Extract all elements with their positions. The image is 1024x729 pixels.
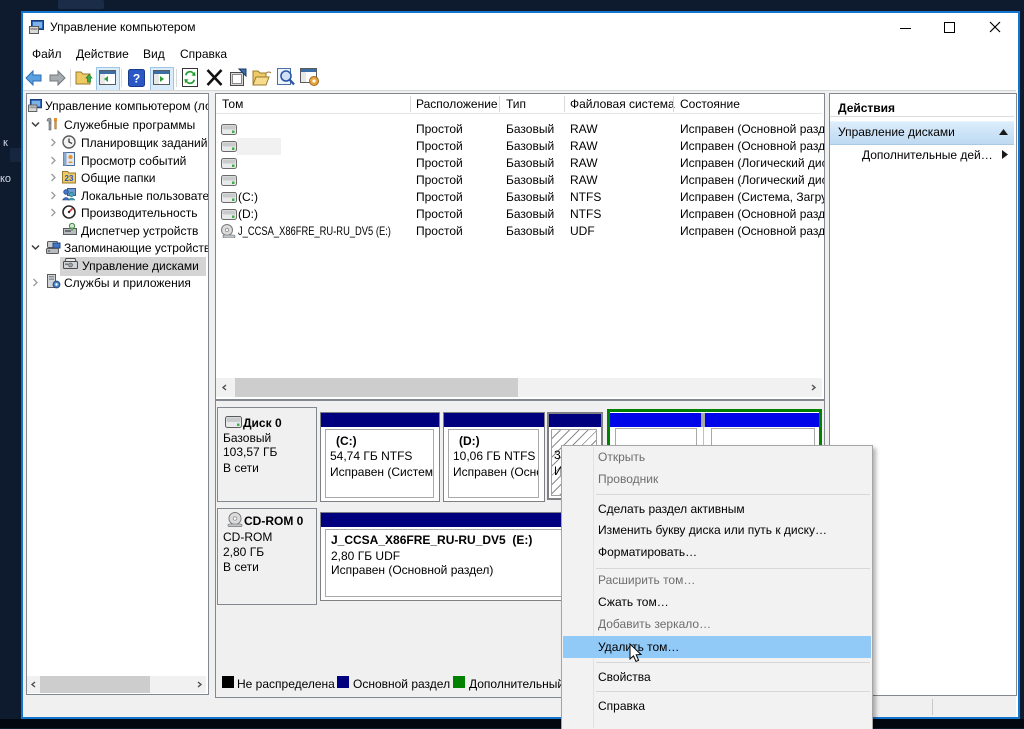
svg-text:23: 23 [65,174,74,183]
svg-text:?: ? [133,72,140,86]
